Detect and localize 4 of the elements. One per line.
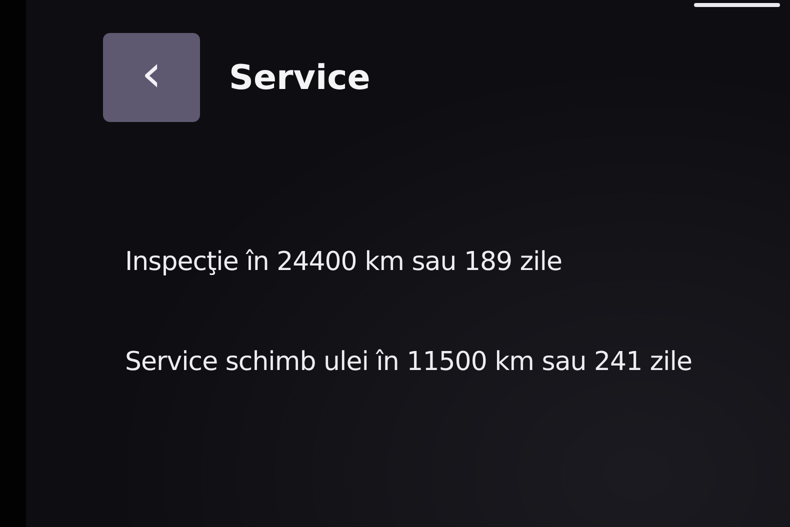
page-title: Service xyxy=(229,58,370,98)
back-button[interactable]: ‹ xyxy=(103,33,200,122)
service-info: Service schimb ulei în 11500 km sau 241 zile xyxy=(125,346,693,378)
service-info: Inspecţie în 24400 km sau 189 zile xyxy=(125,246,563,278)
